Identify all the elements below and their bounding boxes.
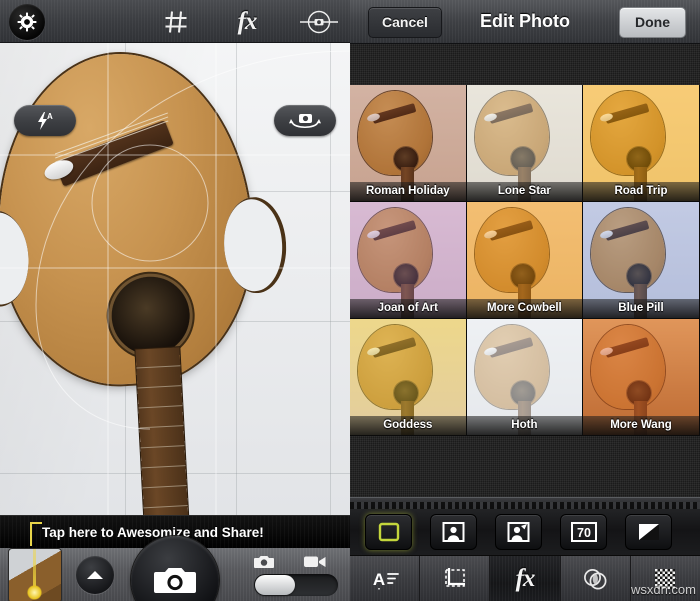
seventies-icon: 70 [570,522,597,542]
filter-tile-goddess[interactable]: Goddess [350,319,467,436]
flash-auto-button[interactable]: A [14,105,76,136]
blend-circles-icon [584,569,607,590]
filter-label: Road Trip [583,182,699,201]
filter-label: More Cowbell [466,299,583,318]
video-mode-icon[interactable] [304,554,326,574]
viewfinder[interactable]: A [0,43,350,515]
camera-level-icon [300,10,338,33]
filter-label: Blue Pill [583,299,699,318]
portrait-effect-icon [507,522,530,542]
done-button[interactable]: Done [619,7,686,38]
svg-text:A: A [47,112,53,121]
category-portrait-button[interactable] [430,514,477,550]
gear-icon [17,12,37,32]
filter-tile-more-cowbell[interactable]: More Cowbell [466,202,584,319]
filter-tile-roman-holiday[interactable]: Roman Holiday [350,85,467,202]
square-frame-icon [378,522,399,542]
camera-video-toggle[interactable] [254,574,338,596]
editor-header: Cancel Edit Photo Done [350,0,700,44]
filter-label: Joan of Art [350,299,466,318]
camera-fx-label: fx [237,7,258,35]
settings-button[interactable] [9,4,45,40]
toggle-knob [255,575,295,595]
camera-level-button[interactable] [290,0,348,43]
filter-row: Roman Holiday Lone Star Road Trip [350,85,700,202]
crop-icon [444,568,465,587]
last-photo-thumbnail[interactable] [8,548,62,601]
flash-auto-icon: A [38,111,53,130]
photo-mode-icon[interactable] [254,554,274,574]
contrast-icon [638,524,659,540]
category-seventies-button[interactable]: 70 [560,514,607,550]
camera-shutter-icon [154,568,196,593]
svg-text:70: 70 [577,526,591,540]
filter-label: Roman Holiday [350,182,466,201]
blend-button[interactable] [560,556,631,601]
category-square-frame-button[interactable] [365,514,412,550]
auto-enhance-button[interactable]: A [350,556,421,601]
filter-category-bar: 70 [350,497,700,556]
editor-pane: Roman Holiday Lone Star Road Trip Joan o… [350,0,700,601]
camera-flip-button[interactable] [274,105,336,136]
filter-gallery: Roman Holiday Lone Star Road Trip Joan o… [350,43,700,497]
filter-label: Lone Star [466,182,583,201]
category-contrast-button[interactable] [625,514,672,550]
camera-pane: A fx Tap here to Awesomize and Share! [0,0,350,601]
expand-options-button[interactable] [76,556,114,594]
category-portrait-effect-button[interactable] [495,514,542,550]
filter-row: Joan of Art More Cowbell Blue Pill [350,202,700,319]
filter-row: Goddess Hoth More Wang [350,319,700,436]
tip-dot-icon [27,585,42,600]
effects-button[interactable]: fx [490,556,561,601]
app-root: A fx Tap here to Awesomize and Share! Ro… [0,0,700,601]
camera-bottom-bar [0,536,350,601]
filter-grid: Roman Holiday Lone Star Road Trip Joan o… [350,85,700,436]
effects-label: fx [515,565,536,592]
tip-text: Tap here to Awesomize and Share! [42,525,264,540]
filter-tile-joan-of-art[interactable]: Joan of Art [350,202,467,319]
filter-tile-hoth[interactable]: Hoth [466,319,584,436]
auto-enhance-icon: A [372,570,399,591]
filter-tile-lone-star[interactable]: Lone Star [466,85,584,202]
filter-label: More Wang [583,416,699,435]
chevron-up-icon [87,571,103,579]
camera-toolbar: fx [0,0,350,43]
portrait-icon [442,522,465,542]
filter-label: Hoth [466,416,583,435]
filter-label: Goddess [350,416,466,435]
site-watermark: wsxdn.com [630,582,696,597]
filter-tile-more-wang[interactable]: More Wang [583,319,700,436]
filter-tile-road-trip[interactable]: Road Trip [583,85,700,202]
filter-tile-blue-pill[interactable]: Blue Pill [583,202,700,319]
tip-pointer-icon [30,522,42,546]
svg-text:A: A [372,570,384,589]
camera-fx-button[interactable]: fx [218,0,276,43]
camera-flip-icon [289,113,321,128]
crop-button[interactable] [420,556,491,601]
grid-icon [165,10,187,33]
grid-toggle-button[interactable] [150,0,202,43]
